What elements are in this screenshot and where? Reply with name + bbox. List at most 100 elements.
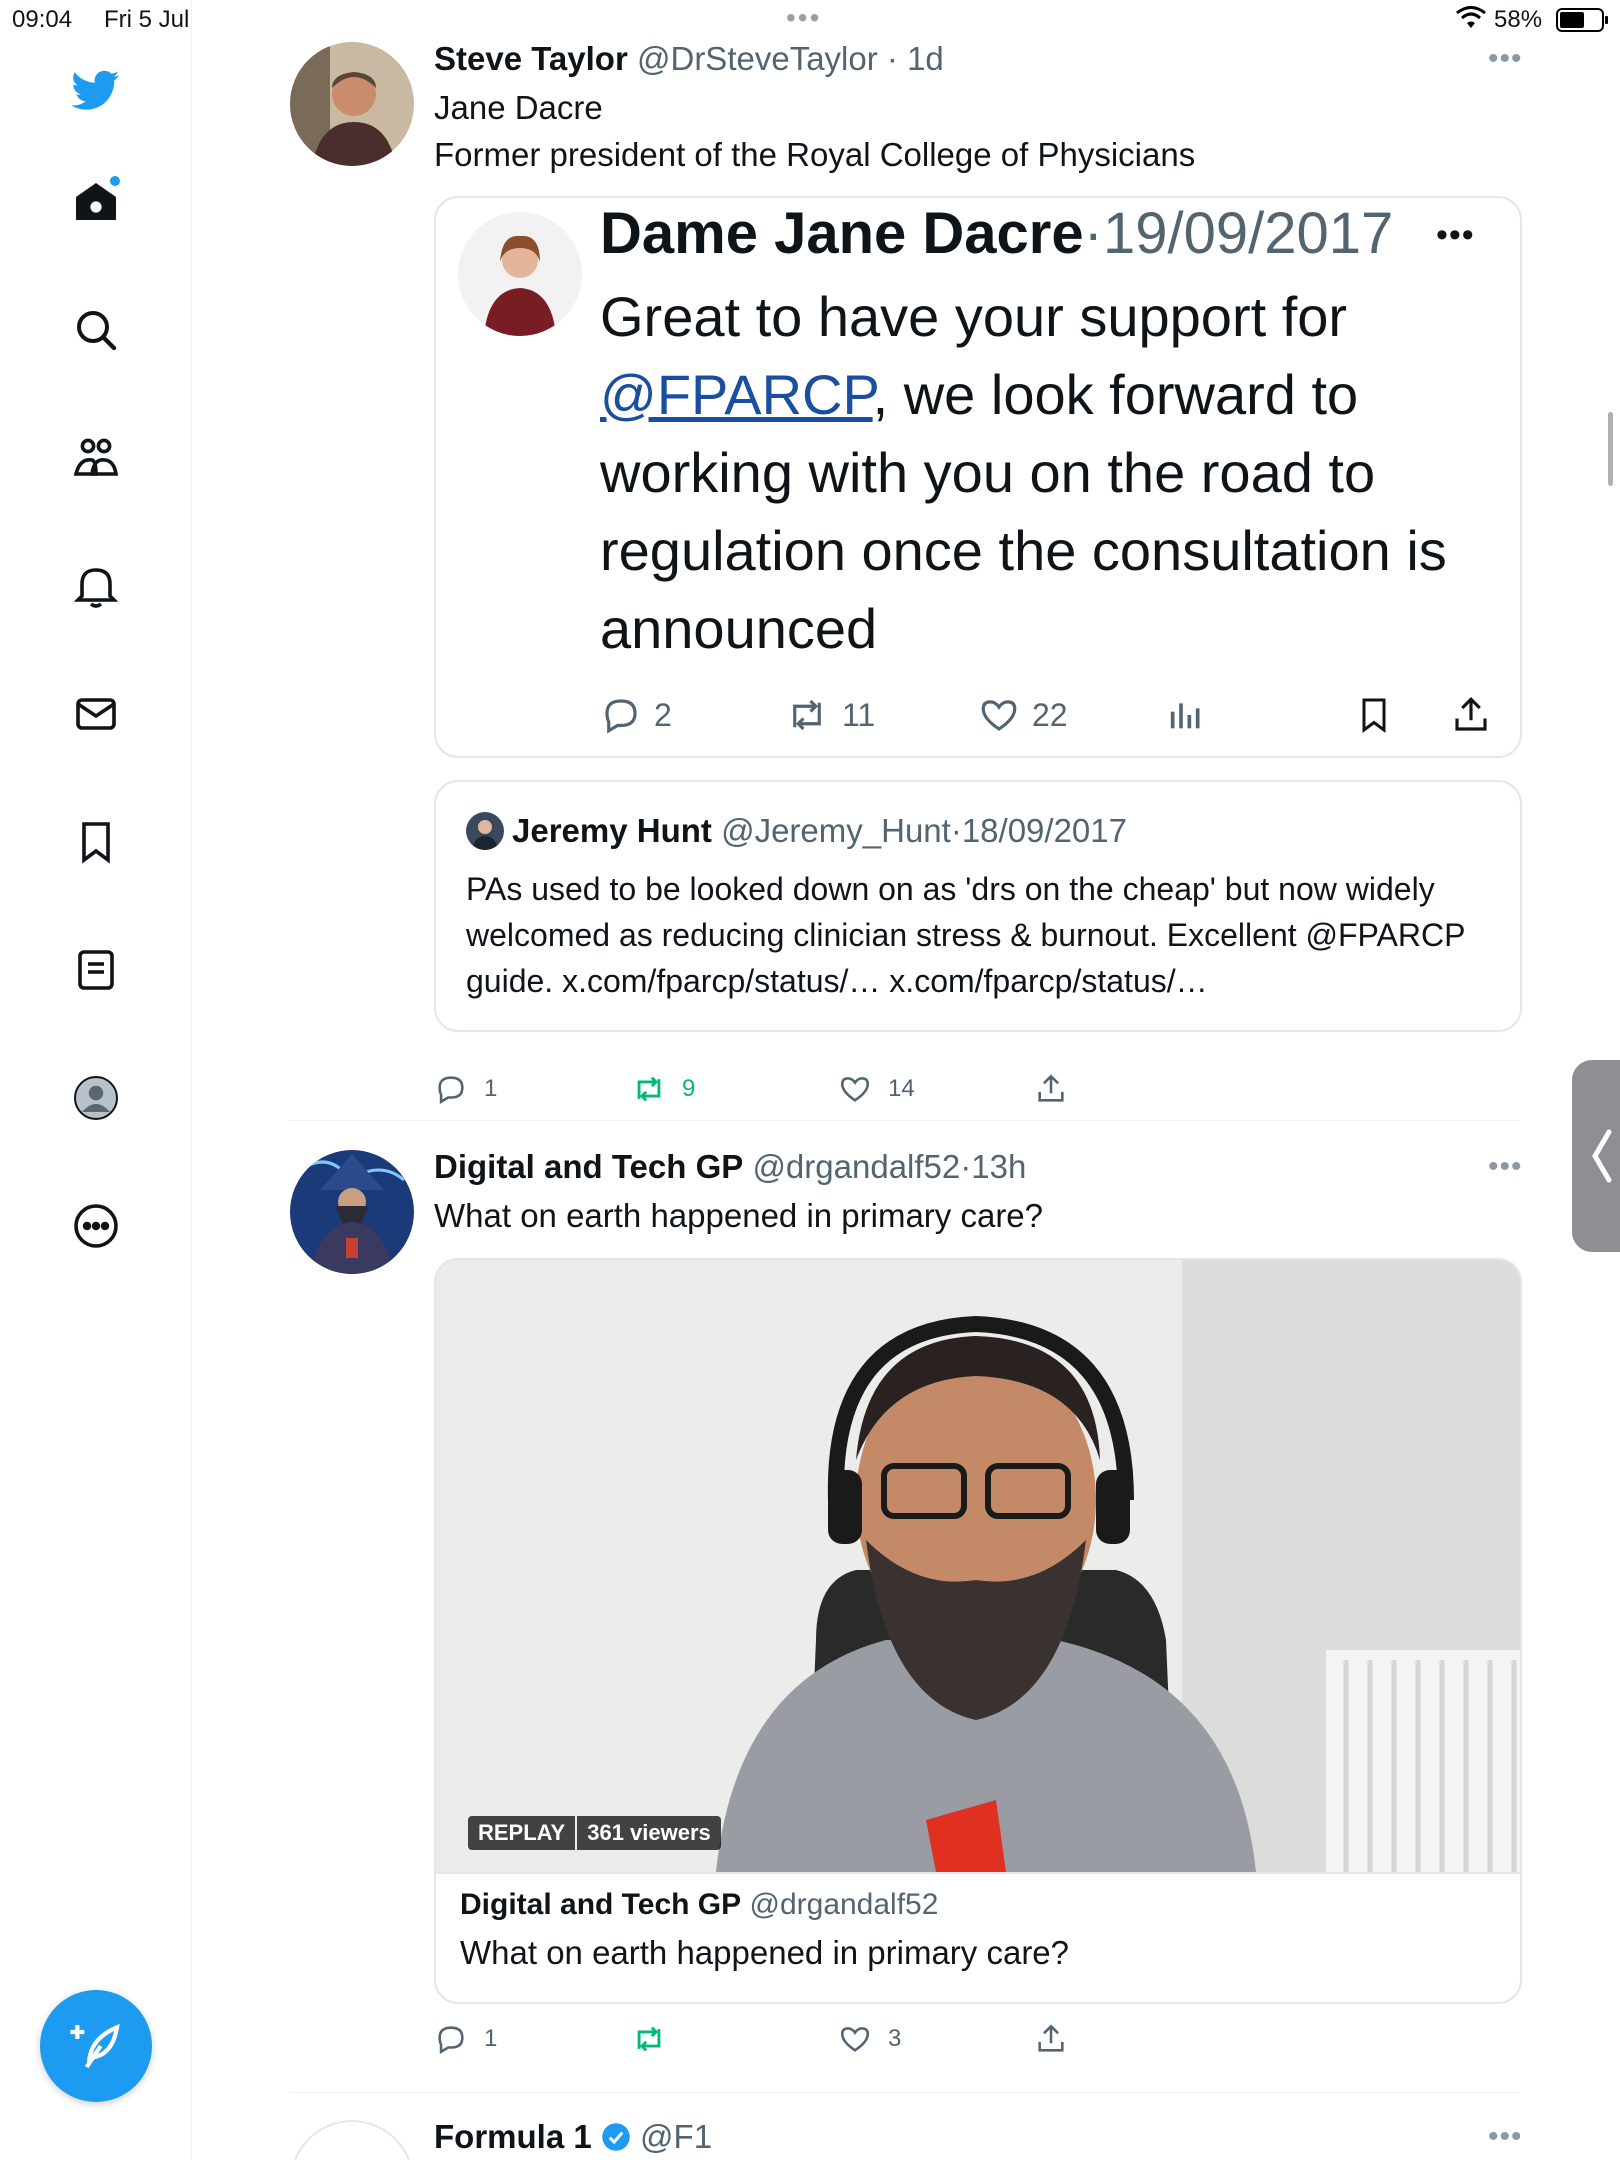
author-name[interactable]: Steve Taylor bbox=[434, 40, 628, 77]
video-badges: REPLAY 361 viewers bbox=[468, 1816, 721, 1850]
card-author-name: Digital and Tech GP bbox=[460, 1888, 742, 1921]
twitter-logo-icon[interactable] bbox=[64, 58, 128, 122]
embedded-tweet-screenshot[interactable]: Dame Jane Dacre·19/09/2017 ••• Great to … bbox=[434, 196, 1522, 758]
avatar[interactable] bbox=[290, 2120, 414, 2160]
divider bbox=[290, 1120, 1520, 1121]
tweet-time[interactable]: 1d bbox=[907, 40, 944, 77]
search-icon[interactable] bbox=[64, 298, 128, 362]
bookmarks-icon[interactable] bbox=[64, 810, 128, 874]
more-options-icon[interactable]: ••• bbox=[1488, 42, 1523, 76]
reply-count: 1 bbox=[484, 1075, 498, 1102]
battery-percentage: 58% bbox=[1494, 6, 1543, 33]
video-player[interactable]: REPLAY 361 viewers bbox=[436, 1260, 1520, 1872]
screenshot-actions: 2 11 22 bbox=[600, 694, 1500, 742]
retweet-count: 9 bbox=[682, 1075, 696, 1102]
author-handle[interactable]: @DrSteveTaylor bbox=[637, 40, 878, 77]
sidebar bbox=[0, 0, 192, 2160]
communities-icon[interactable] bbox=[64, 426, 128, 490]
verified-badge-icon bbox=[601, 2122, 631, 2160]
author-name[interactable]: Digital and Tech GP bbox=[434, 1148, 743, 1185]
scroll-indicator[interactable] bbox=[1608, 412, 1613, 486]
author-handle[interactable]: @F1 bbox=[640, 2118, 712, 2155]
author-handle[interactable]: @drgandalf52 bbox=[752, 1148, 960, 1185]
replay-badge: REPLAY bbox=[468, 1816, 576, 1850]
battery-icon bbox=[1556, 8, 1608, 32]
quoted-text: PAs used to be looked down on as 'drs on… bbox=[466, 871, 1465, 999]
compose-tweet-button[interactable] bbox=[40, 1990, 152, 2102]
lists-icon[interactable] bbox=[64, 938, 128, 1002]
retweet-icon bbox=[793, 699, 821, 731]
retweet-count: 11 bbox=[842, 696, 876, 733]
avatar bbox=[466, 812, 504, 850]
more-options-icon[interactable]: ••• bbox=[1488, 1150, 1523, 1184]
tweet-date: 19/09/2017 bbox=[1102, 201, 1394, 266]
text-part: Great to have your support for bbox=[600, 285, 1348, 348]
chevron-left-icon bbox=[1592, 1129, 1612, 1183]
video-card[interactable]: REPLAY 361 viewers Digital and Tech GP @… bbox=[434, 1258, 1522, 2004]
tweet-text: What on earth happened in primary care? bbox=[434, 1197, 1044, 1234]
retweet-button[interactable] bbox=[632, 2022, 682, 2056]
quoted-tweet[interactable]: Jeremy Hunt @Jeremy_Hunt·18/09/2017 PAs … bbox=[434, 780, 1522, 1032]
author-name: Dame Jane Dacre bbox=[600, 201, 1084, 266]
reply-icon bbox=[438, 2026, 464, 2055]
bookmark-icon bbox=[1354, 694, 1394, 744]
tweet-time[interactable]: 13h bbox=[971, 1148, 1026, 1185]
share-icon bbox=[1450, 694, 1492, 744]
separator: · bbox=[886, 40, 898, 77]
like-heart-icon bbox=[840, 2027, 870, 2052]
separator: · bbox=[960, 1148, 972, 1185]
side-panel-handle[interactable] bbox=[1572, 1060, 1620, 1252]
tweet-formula-1[interactable]: Formula 1 @F1 ••• bbox=[290, 2118, 1520, 2160]
messages-envelope-icon[interactable] bbox=[64, 682, 128, 746]
reply-count: 2 bbox=[654, 696, 672, 733]
like-count: 14 bbox=[888, 1075, 915, 1102]
card-text: What on earth happened in primary care? bbox=[460, 1934, 1070, 1971]
share-icon bbox=[1038, 2024, 1064, 2052]
like-heart-icon bbox=[981, 700, 1017, 731]
more-options-icon: ••• bbox=[1436, 216, 1475, 254]
tweet-text-line: Jane Dacre bbox=[434, 89, 603, 126]
like-heart-icon bbox=[840, 1077, 870, 1102]
tweet-actions: 1 3 bbox=[434, 2022, 1234, 2062]
like-button[interactable]: 3 bbox=[838, 2022, 901, 2056]
more-circle-icon[interactable] bbox=[64, 1194, 128, 1258]
reply-count: 1 bbox=[484, 2025, 498, 2052]
reply-icon bbox=[605, 699, 637, 734]
avatar bbox=[458, 212, 582, 336]
screenshot-text: Great to have your support for @FPARCP, … bbox=[600, 278, 1500, 668]
retweet-icon bbox=[637, 1076, 661, 1102]
video-thumbnail bbox=[436, 1260, 1520, 1872]
views-chart-icon bbox=[1166, 694, 1206, 744]
quoted-author-handle: @Jeremy_Hunt bbox=[721, 812, 951, 849]
retweet-button[interactable]: 9 bbox=[632, 1072, 695, 1106]
viewers-badge: 361 viewers bbox=[577, 1816, 721, 1850]
quoted-date: 18/09/2017 bbox=[961, 812, 1127, 849]
wifi-icon bbox=[1456, 6, 1486, 37]
divider bbox=[290, 2092, 1520, 2093]
share-icon bbox=[1038, 1074, 1064, 1102]
mention-link: @FPARCP bbox=[600, 363, 873, 426]
reply-button[interactable]: 1 bbox=[434, 2022, 497, 2056]
multitasking-dots[interactable]: ••• bbox=[786, 2, 821, 34]
retweet-icon bbox=[637, 2026, 661, 2052]
like-button[interactable]: 14 bbox=[838, 1072, 915, 1106]
like-count: 3 bbox=[888, 2025, 902, 2052]
reply-icon bbox=[438, 1076, 464, 1105]
share-button[interactable] bbox=[1034, 1072, 1084, 1106]
notifications-bell-icon[interactable] bbox=[64, 554, 128, 618]
like-count: 22 bbox=[1032, 696, 1068, 733]
card-divider bbox=[436, 1872, 1520, 1874]
separator: · bbox=[950, 812, 962, 849]
share-button[interactable] bbox=[1034, 2022, 1084, 2056]
status-bar: 09:04 Fri 5 Jul ••• 58% bbox=[0, 0, 1620, 40]
notification-dot bbox=[110, 176, 120, 186]
home-icon[interactable] bbox=[64, 170, 128, 234]
more-options-icon[interactable]: ••• bbox=[1488, 2120, 1520, 2154]
avatar[interactable] bbox=[290, 1150, 414, 1274]
profile-avatar-icon[interactable] bbox=[64, 1066, 128, 1130]
separator: · bbox=[1083, 201, 1103, 266]
reply-button[interactable]: 1 bbox=[434, 1072, 497, 1106]
avatar[interactable] bbox=[290, 42, 414, 166]
author-name[interactable]: Formula 1 bbox=[434, 2118, 592, 2155]
card-author-handle: @drgandalf52 bbox=[749, 1888, 939, 1921]
